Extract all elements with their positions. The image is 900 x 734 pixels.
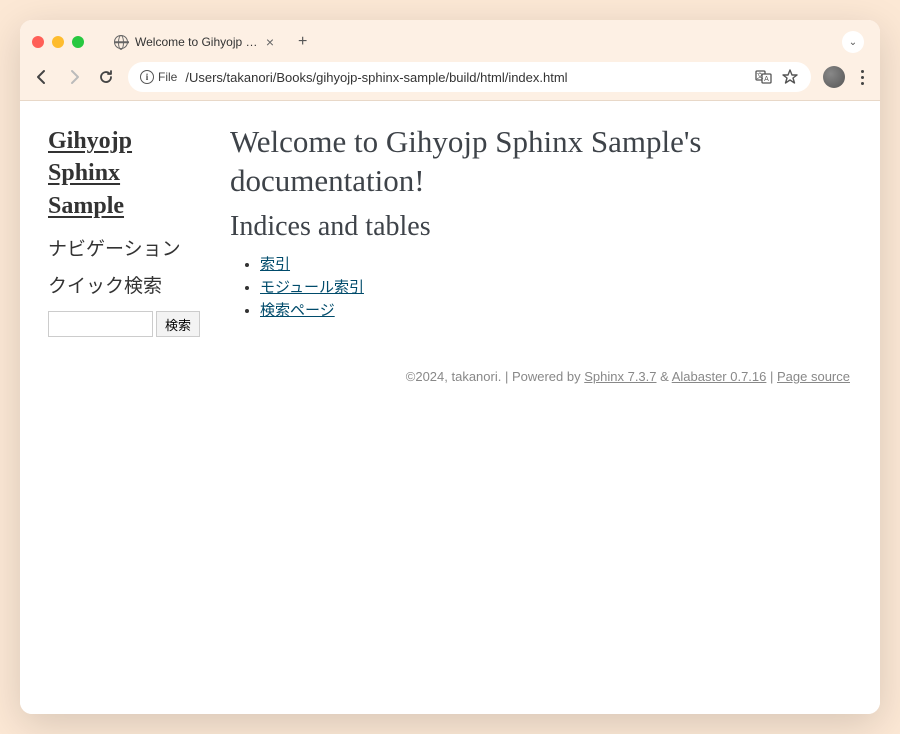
file-label: File xyxy=(158,70,177,84)
profile-avatar[interactable] xyxy=(823,66,845,88)
tab-title: Welcome to Gihyojp Sphinx S xyxy=(135,35,259,49)
index-list: 索引 モジュール索引 検索ページ xyxy=(230,254,850,324)
list-item: 検索ページ xyxy=(260,300,850,323)
genindex-link[interactable]: 索引 xyxy=(260,257,290,273)
chevron-down-icon[interactable]: ⌄ xyxy=(842,31,864,53)
nav-heading: ナビゲーション xyxy=(48,236,200,265)
browser-tab[interactable]: Welcome to Gihyojp Sphinx S × xyxy=(104,29,284,55)
list-item: モジュール索引 xyxy=(260,277,850,300)
info-icon: i xyxy=(140,70,154,84)
list-item: 索引 xyxy=(260,254,850,277)
reload-button[interactable] xyxy=(96,69,116,85)
page-content: Gihyojp Sphinx Sample ナビゲーション クイック検索 検索 … xyxy=(20,101,880,714)
page-source-link[interactable]: Page source xyxy=(777,369,850,384)
main-content: Welcome to Gihyojp Sphinx Sample's docum… xyxy=(210,101,880,714)
minimize-window-button[interactable] xyxy=(52,36,64,48)
site-title-link[interactable]: Gihyojp Sphinx Sample xyxy=(48,128,132,219)
svg-text:文: 文 xyxy=(757,71,764,80)
search-input[interactable] xyxy=(48,311,153,337)
url-text: /Users/takanori/Books/gihyojp-sphinx-sam… xyxy=(185,70,567,85)
sidebar: Gihyojp Sphinx Sample ナビゲーション クイック検索 検索 xyxy=(20,101,210,714)
globe-icon xyxy=(114,35,128,49)
search-page-link[interactable]: 検索ページ xyxy=(260,303,335,319)
file-badge: i File xyxy=(140,70,177,84)
copyright-text: ©2024, takanori. xyxy=(406,369,502,384)
sphinx-link[interactable]: Sphinx 7.3.7 xyxy=(584,369,656,384)
alabaster-link[interactable]: Alabaster 0.7.16 xyxy=(672,369,767,384)
search-button[interactable]: 検索 xyxy=(156,311,200,337)
browser-toolbar: i File /Users/takanori/Books/gihyojp-sph… xyxy=(20,56,880,100)
translate-icon[interactable]: 文A xyxy=(755,68,773,86)
close-tab-icon[interactable]: × xyxy=(266,35,274,49)
forward-button[interactable] xyxy=(64,69,84,85)
address-bar[interactable]: i File /Users/takanori/Books/gihyojp-sph… xyxy=(128,62,811,92)
tab-bar: Welcome to Gihyojp Sphinx S × + ⌄ xyxy=(20,20,880,56)
new-tab-button[interactable]: + xyxy=(292,31,313,53)
close-window-button[interactable] xyxy=(32,36,44,48)
powered-by-text: | Powered by xyxy=(501,369,584,384)
modindex-link[interactable]: モジュール索引 xyxy=(260,280,364,296)
kebab-menu-icon[interactable] xyxy=(857,70,868,85)
page-title: Welcome to Gihyojp Sphinx Sample's docum… xyxy=(230,123,850,201)
star-icon[interactable] xyxy=(781,68,799,86)
footer: ©2024, takanori. | Powered by Sphinx 7.3… xyxy=(230,369,850,384)
browser-window: Welcome to Gihyojp Sphinx S × + ⌄ i File xyxy=(20,20,880,714)
back-button[interactable] xyxy=(32,69,52,85)
search-form: 検索 xyxy=(48,311,200,337)
section-heading: Indices and tables xyxy=(230,209,850,244)
window-controls xyxy=(32,36,84,48)
svg-text:A: A xyxy=(764,76,769,83)
browser-chrome: Welcome to Gihyojp Sphinx S × + ⌄ i File xyxy=(20,20,880,101)
site-title: Gihyojp Sphinx Sample xyxy=(48,125,200,222)
maximize-window-button[interactable] xyxy=(72,36,84,48)
search-heading: クイック検索 xyxy=(48,273,200,302)
